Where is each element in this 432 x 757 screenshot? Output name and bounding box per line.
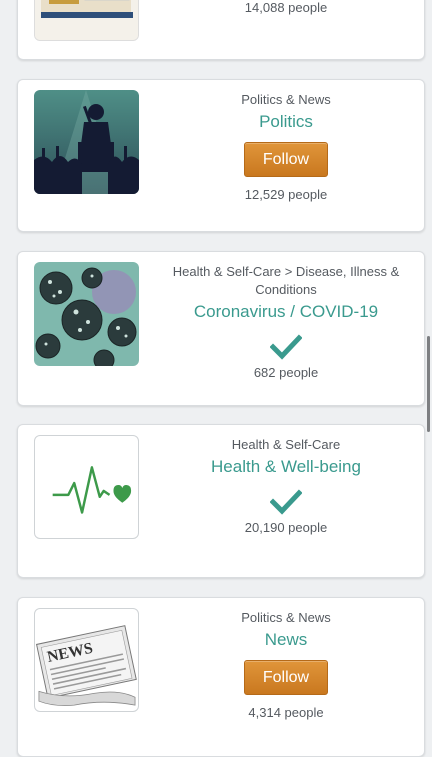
book-thumbnail[interactable] xyxy=(34,0,139,41)
follow-button[interactable]: Follow xyxy=(244,142,328,177)
topic-category: Politics & News xyxy=(241,610,331,625)
topic-category: Health & Self-Care > Disease, Illness & … xyxy=(172,264,400,297)
topic-card[interactable]: Politics & News Politics Follow 12,529 p… xyxy=(17,79,425,232)
topic-card[interactable]: Health & Self-Care > Disease, Illness & … xyxy=(17,251,425,406)
topic-title[interactable]: Health & Well-being xyxy=(170,456,402,478)
follower-count: 4,314 people xyxy=(248,705,324,720)
virus-thumbnail[interactable] xyxy=(34,262,139,366)
follower-count: 682 people xyxy=(253,365,319,380)
newspaper-thumbnail[interactable]: NEWS xyxy=(34,608,139,712)
heartbeat-thumbnail[interactable] xyxy=(34,435,139,539)
checkmark-icon[interactable] xyxy=(270,489,302,515)
topic-title[interactable]: Politics xyxy=(170,111,402,133)
topic-card[interactable]: 14,088 people xyxy=(17,0,425,60)
follower-count: 12,529 people xyxy=(244,187,328,202)
speaker-podium-thumbnail[interactable] xyxy=(34,90,139,194)
follower-count: 14,088 people xyxy=(244,0,328,15)
topic-card[interactable]: NEWS Politics & News News Follow 4,314 p… xyxy=(17,597,425,757)
topic-title[interactable]: News xyxy=(170,629,402,651)
follow-button[interactable]: Follow xyxy=(244,660,328,695)
topic-category: Politics & News xyxy=(241,92,331,107)
follower-count: 20,190 people xyxy=(244,520,328,535)
checkmark-icon[interactable] xyxy=(270,334,302,360)
topic-category: Health & Self-Care xyxy=(231,437,341,452)
scrollbar[interactable] xyxy=(427,336,430,432)
topic-card[interactable]: Health & Self-Care Health & Well-being 2… xyxy=(17,424,425,578)
topic-title[interactable]: Coronavirus / COVID-19 xyxy=(170,301,402,323)
